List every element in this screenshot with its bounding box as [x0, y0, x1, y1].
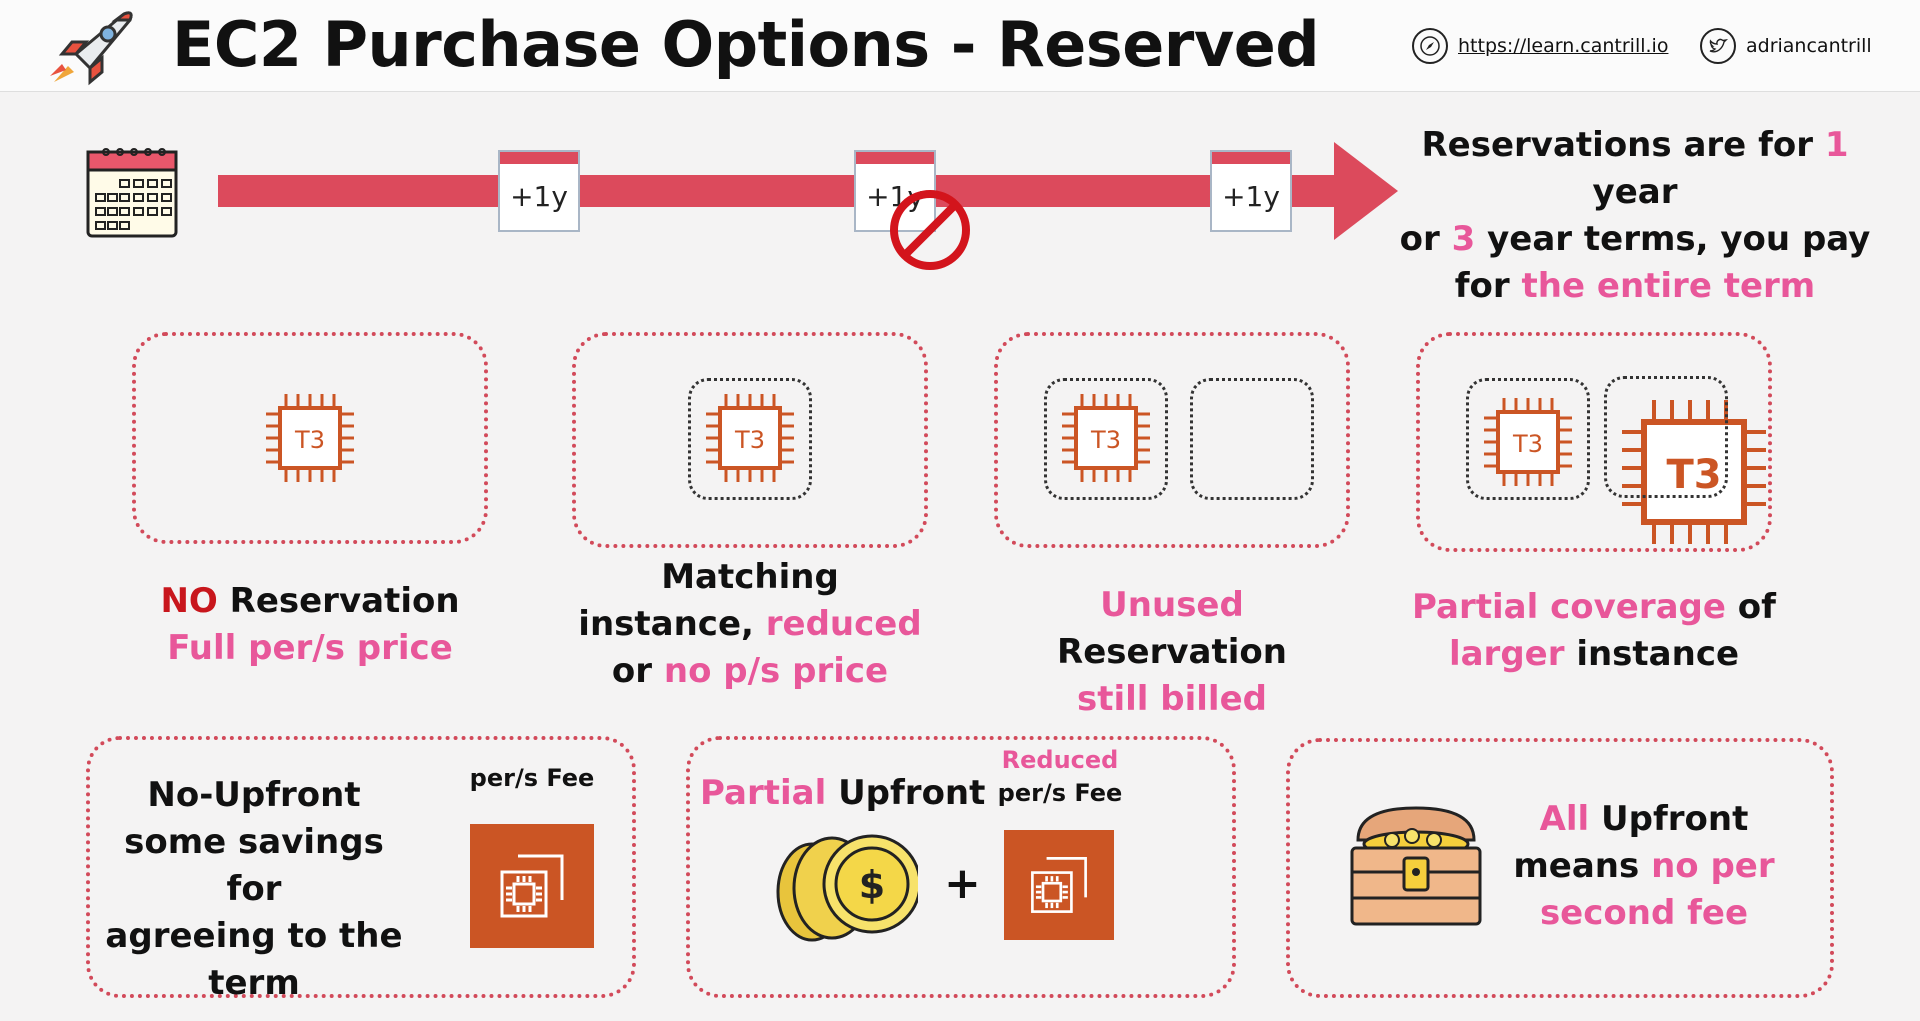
timeline-step-1: +1y [498, 150, 580, 232]
rocket-icon [50, 11, 133, 86]
all-upfront-caption: All Upfront means no per second fee [1513, 799, 1775, 933]
partial-coverage-caption: Partial coverage of larger instance [1412, 587, 1776, 674]
twitter-handle[interactable]: adriancantrill [1700, 28, 1872, 64]
calendar-icon [86, 148, 178, 238]
chip-label: T3 [734, 426, 765, 454]
t3-chip-icon: T3 [706, 394, 794, 482]
reduced-fee-label: Reduced per/s Fee [997, 746, 1123, 807]
website-url[interactable]: https://learn.cantrill.io [1458, 35, 1668, 57]
coins-icon: $ [776, 834, 918, 942]
header-bar: EC2 Purchase Options - Reserved https://… [0, 0, 1920, 92]
no-upfront-caption: No-Upfront some savings for agreeing to … [105, 775, 403, 1003]
twitter-username[interactable]: adriancantrill [1746, 35, 1872, 57]
twitter-icon [1700, 28, 1736, 64]
ec2-instances-icon [470, 824, 594, 948]
ec2-instances-icon [1004, 830, 1114, 940]
reservation-slot-overlay [1604, 376, 1728, 498]
step-label: +1y [510, 180, 568, 213]
timeline-step-3: +1y [1210, 150, 1292, 232]
page-title: EC2 Purchase Options - Reserved [172, 8, 1320, 81]
timeline-arrowhead [1334, 142, 1398, 240]
t3-chip-icon: T3 [1484, 398, 1572, 486]
treasure-chest-icon [1350, 806, 1482, 926]
coin-dollar-symbol: $ [859, 863, 885, 907]
t3-chip-icon: T3 [266, 394, 354, 482]
timeline-description: Reservations are for 1 year or 3 year te… [1399, 125, 1871, 306]
chip-label: T3 [1512, 430, 1543, 458]
partial-upfront-caption: Partial Upfront [700, 773, 986, 813]
no-entry-icon [890, 190, 970, 270]
t3-chip-icon: T3 [1062, 394, 1150, 482]
matching-caption: Matching instance, reduced or no p/s pri… [578, 557, 922, 691]
unused-caption: Unused Reservation still billed [1057, 585, 1287, 719]
step-label: +1y [1222, 180, 1280, 213]
plus-sign: + [944, 858, 981, 909]
no-reservation-caption: NO Reservation Full per/s price [160, 581, 460, 668]
timeline-bar [218, 175, 1338, 207]
chip-label: T3 [1090, 426, 1121, 454]
website-link[interactable]: https://learn.cantrill.io [1412, 28, 1668, 64]
empty-reservation-slot [1190, 378, 1314, 500]
compass-icon [1412, 28, 1448, 64]
chip-label: T3 [294, 426, 325, 454]
fee-label: per/s Fee [469, 764, 595, 792]
